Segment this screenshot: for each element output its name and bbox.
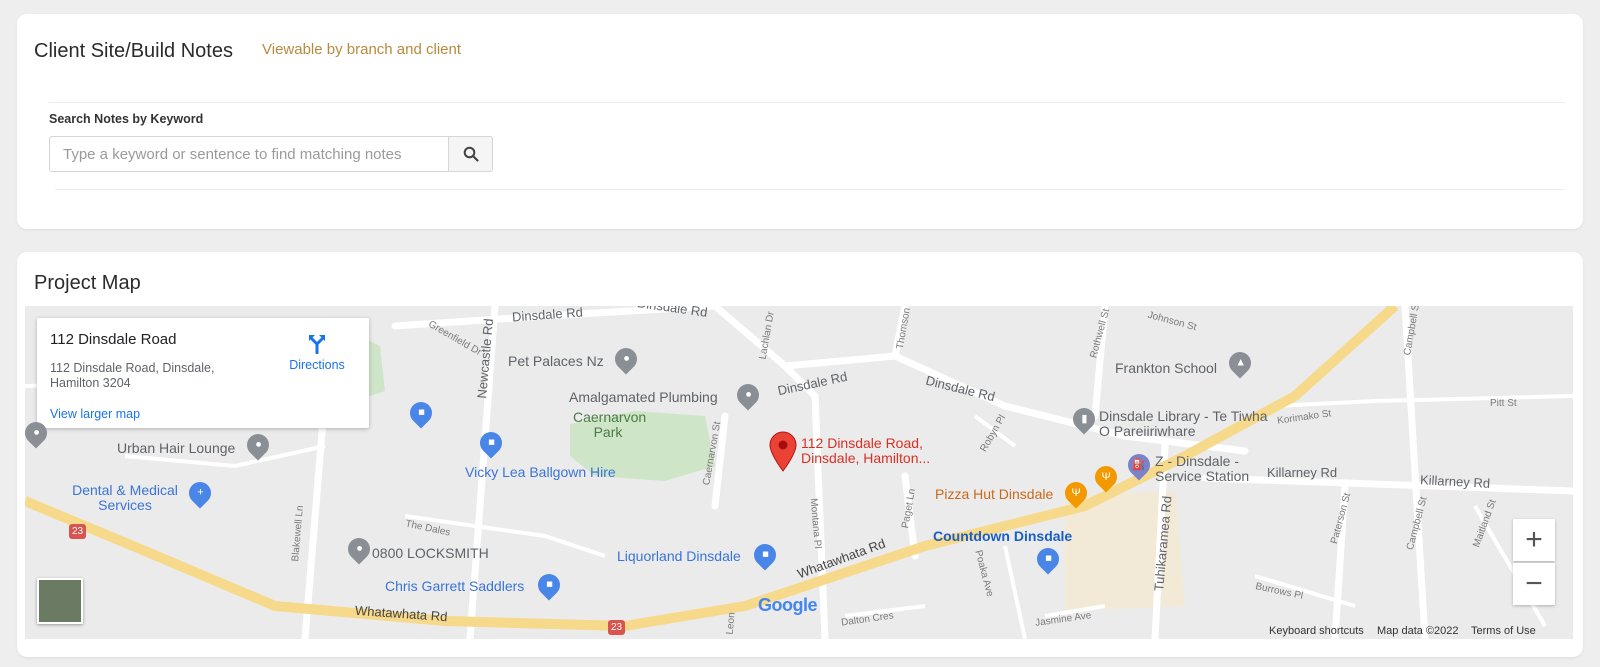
route-badge: 23: [608, 620, 626, 635]
terms-of-use-link[interactable]: Terms of Use: [1471, 625, 1536, 637]
marker-label: 112 Dinsdale Road, Dinsdale, Hamilton...: [801, 435, 931, 466]
place-label[interactable]: Vicky Lea Ballgown Hire: [465, 465, 616, 480]
client-notes-card: Client Site/Build Notes Viewable by bran…: [17, 14, 1583, 229]
street-label: Leon: [724, 611, 738, 636]
place-label[interactable]: Z - Dinsdale - Service Station: [1155, 454, 1265, 484]
place-label[interactable]: Dental & Medical Services: [60, 483, 190, 513]
search-notes-input[interactable]: [49, 136, 449, 172]
directions-button[interactable]: Directions: [277, 332, 357, 372]
route-badge: 23: [69, 524, 87, 539]
divider-top: [49, 102, 1565, 103]
info-place-address: 112 Dinsdale Road, Dinsdale, Hamilton 32…: [50, 361, 215, 390]
street-label: Pitt St: [1490, 398, 1517, 409]
place-label[interactable]: Dinsdale Library - Te Tiwha O Pareiiriwh…: [1099, 409, 1274, 439]
divider-bottom: [55, 189, 1565, 190]
red-marker-icon: [769, 431, 797, 472]
place-label[interactable]: Frankton School: [1115, 361, 1217, 376]
map-card-title: Project Map: [34, 272, 141, 294]
satellite-toggle-button[interactable]: [37, 578, 83, 624]
directions-icon: [309, 335, 325, 354]
place-label[interactable]: Urban Hair Lounge: [117, 441, 235, 456]
zoom-out-button[interactable]: −: [1513, 563, 1555, 605]
place-label[interactable]: 0800 LOCKSMITH: [372, 546, 489, 561]
view-larger-map-link[interactable]: View larger map: [50, 407, 140, 421]
info-place-name: 112 Dinsdale Road: [50, 331, 177, 348]
search-label: Search Notes by Keyword: [49, 112, 204, 126]
keyboard-shortcuts-link[interactable]: Keyboard shortcuts: [1269, 625, 1364, 637]
directions-label: Directions: [289, 358, 345, 372]
place-label[interactable]: Amalgamated Plumbing: [569, 390, 718, 405]
place-label[interactable]: Pizza Hut Dinsdale: [935, 487, 1053, 502]
search-button[interactable]: [448, 136, 493, 172]
place-label[interactable]: Countdown Dinsdale: [933, 529, 1072, 544]
notes-visibility-subtitle: Viewable by branch and client: [262, 41, 462, 58]
notes-title: Client Site/Build Notes: [34, 40, 233, 62]
place-label[interactable]: Chris Garrett Saddlers: [385, 579, 524, 594]
place-label[interactable]: Liquorland Dinsdale: [617, 549, 741, 564]
park-label[interactable]: Caernarvon Park: [573, 410, 646, 440]
map-data-credit: Map data ©2022: [1377, 625, 1459, 637]
search-icon: [463, 146, 479, 162]
google-logo: Google: [758, 595, 818, 615]
place-label[interactable]: Pet Palaces Nz: [508, 354, 604, 369]
project-map-card: Project Map 112 Dinsdale Road 112 Dinsda…: [17, 252, 1583, 657]
map-viewport[interactable]: 112 Dinsdale Road 112 Dinsdale Road, Din…: [25, 306, 1573, 639]
street-label: Killarney Rd: [1267, 465, 1338, 480]
map-info-window: 112 Dinsdale Road 112 Dinsdale Road, Din…: [37, 318, 369, 428]
zoom-in-button[interactable]: +: [1513, 519, 1555, 561]
project-location-marker[interactable]: [768, 430, 798, 472]
